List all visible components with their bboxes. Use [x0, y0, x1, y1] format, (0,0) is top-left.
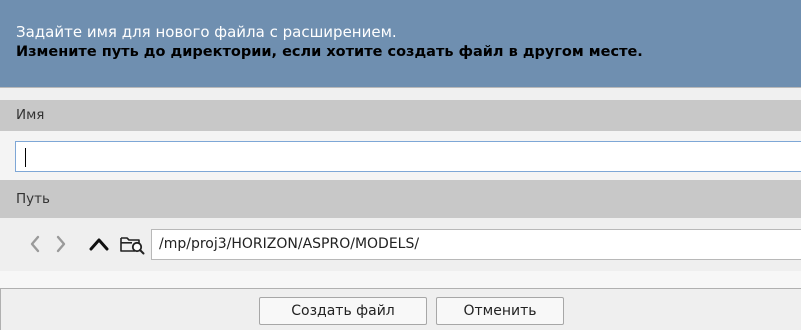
path-label: Путь — [16, 191, 50, 207]
create-file-button[interactable]: Создать файл — [259, 297, 427, 325]
cancel-button[interactable]: Отменить — [436, 297, 564, 325]
up-arrow-icon[interactable] — [88, 232, 110, 256]
name-label-band: Имя — [0, 100, 801, 131]
back-arrow-icon[interactable] — [26, 232, 44, 256]
path-label-band: Путь — [0, 180, 801, 218]
spacer — [0, 88, 801, 100]
path-value: /mp/proj3/HORIZON/ASPRO/MODELS/ — [159, 236, 420, 252]
text-caret — [25, 148, 26, 167]
browse-folder-icon[interactable] — [118, 232, 146, 256]
forward-arrow-icon[interactable] — [52, 232, 70, 256]
header-hint: Измените путь до директории, если хотите… — [16, 44, 643, 60]
name-label: Имя — [16, 107, 45, 123]
dialog-header: Задайте имя для нового файла с расширени… — [0, 0, 801, 87]
header-instruction: Задайте имя для нового файла с расширени… — [16, 23, 397, 41]
spacer — [0, 271, 801, 288]
file-name-input[interactable] — [15, 141, 801, 172]
path-input[interactable]: /mp/proj3/HORIZON/ASPRO/MODELS/ — [151, 229, 801, 260]
